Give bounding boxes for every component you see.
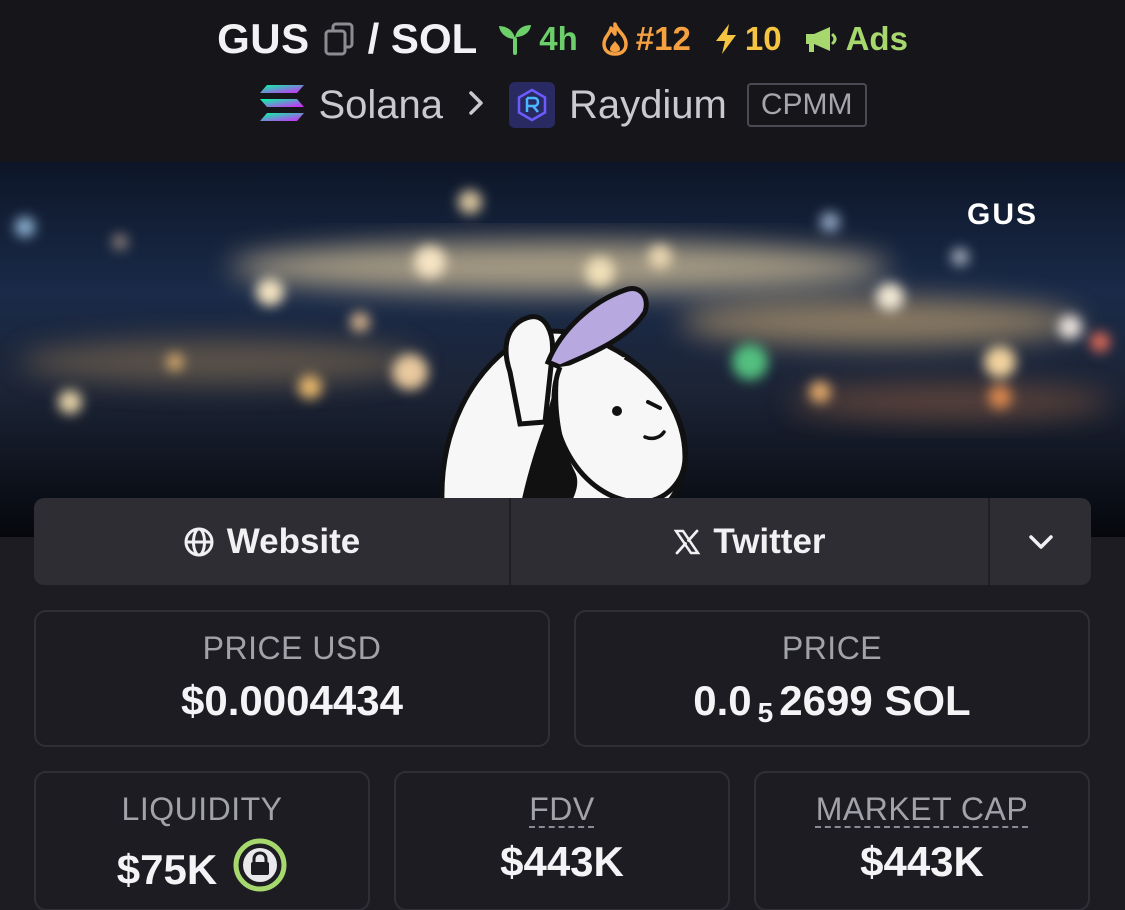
market-cap-label[interactable]: MARKET CAP — [816, 791, 1028, 827]
price-native-value: 0.0 5 2699 SOL — [576, 677, 1088, 728]
pool-type-badge: CPMM — [746, 83, 867, 127]
fdv-label[interactable]: FDV — [529, 791, 595, 827]
quote-symbol: / SOL — [367, 15, 478, 62]
globe-icon — [184, 527, 214, 556]
liquidity-label: LIQUIDITY — [121, 791, 283, 827]
website-button[interactable]: Website — [34, 498, 511, 585]
megaphone-icon — [805, 27, 837, 52]
price-native-prefix: 0.0 — [693, 677, 752, 724]
pair-age-text: 4h — [539, 20, 578, 57]
twitter-label: Twitter — [713, 521, 826, 561]
price-usd-card: PRICE USD $0.0004434 — [34, 610, 550, 747]
price-usd-value: $0.0004434 — [181, 677, 403, 724]
price-native-label: PRICE — [781, 630, 883, 666]
seedling-icon — [499, 25, 532, 55]
ads-text: Ads — [845, 20, 908, 57]
bolt-icon — [715, 24, 736, 54]
market-cap-value: $443K — [860, 838, 984, 885]
banner-watermark: GUS — [967, 198, 1038, 231]
liquidity-value-row: $75K — [36, 838, 368, 902]
price-usd-label: PRICE USD — [202, 630, 382, 666]
boost-count-text: 10 — [744, 20, 782, 57]
boost-badge[interactable]: 10 — [713, 20, 782, 58]
copy-icon[interactable] — [324, 22, 354, 56]
twitter-button[interactable]: Twitter — [511, 498, 990, 585]
x-logo-icon — [674, 529, 701, 554]
chain-name[interactable]: Solana — [318, 83, 443, 128]
ads-badge[interactable]: Ads — [804, 20, 908, 58]
dex-name[interactable]: Raydium — [569, 83, 727, 128]
fdv-card: FDV $443K — [394, 771, 730, 910]
price-native-card: PRICE 0.0 5 2699 SOL — [574, 610, 1090, 747]
price-native-suffix: 2699 SOL — [779, 677, 971, 724]
trending-rank-text: #12 — [635, 20, 691, 57]
trending-badge[interactable]: #12 — [600, 20, 691, 58]
pair-age-badge: 4h — [497, 20, 578, 58]
token-banner: GUS — [0, 162, 1125, 537]
fdv-value: $443K — [500, 838, 624, 885]
pair-title-row: GUS / SOL 4h #12 10 Ads — [0, 14, 1125, 64]
more-links-dropdown[interactable] — [990, 498, 1091, 585]
liquidity-card: LIQUIDITY $75K — [34, 771, 370, 910]
pair-header: GUS / SOL 4h #12 10 Ads Solana Raydium C… — [0, 0, 1125, 162]
flame-icon — [602, 22, 628, 56]
liquidity-value: $75K — [116, 846, 218, 893]
chain-dex-row: Solana Raydium CPMM — [0, 78, 1125, 132]
solana-logo — [258, 83, 306, 128]
chevron-right-icon — [467, 90, 485, 121]
lock-icon[interactable] — [233, 838, 287, 902]
social-links-bar: Website Twitter — [34, 498, 1091, 585]
base-symbol: GUS — [217, 15, 310, 62]
price-native-zero-count: 5 — [757, 697, 774, 728]
website-label: Website — [226, 521, 361, 561]
market-cap-card: MARKET CAP $443K — [754, 771, 1090, 910]
chevron-down-icon — [1028, 534, 1053, 549]
raydium-logo — [509, 82, 556, 128]
